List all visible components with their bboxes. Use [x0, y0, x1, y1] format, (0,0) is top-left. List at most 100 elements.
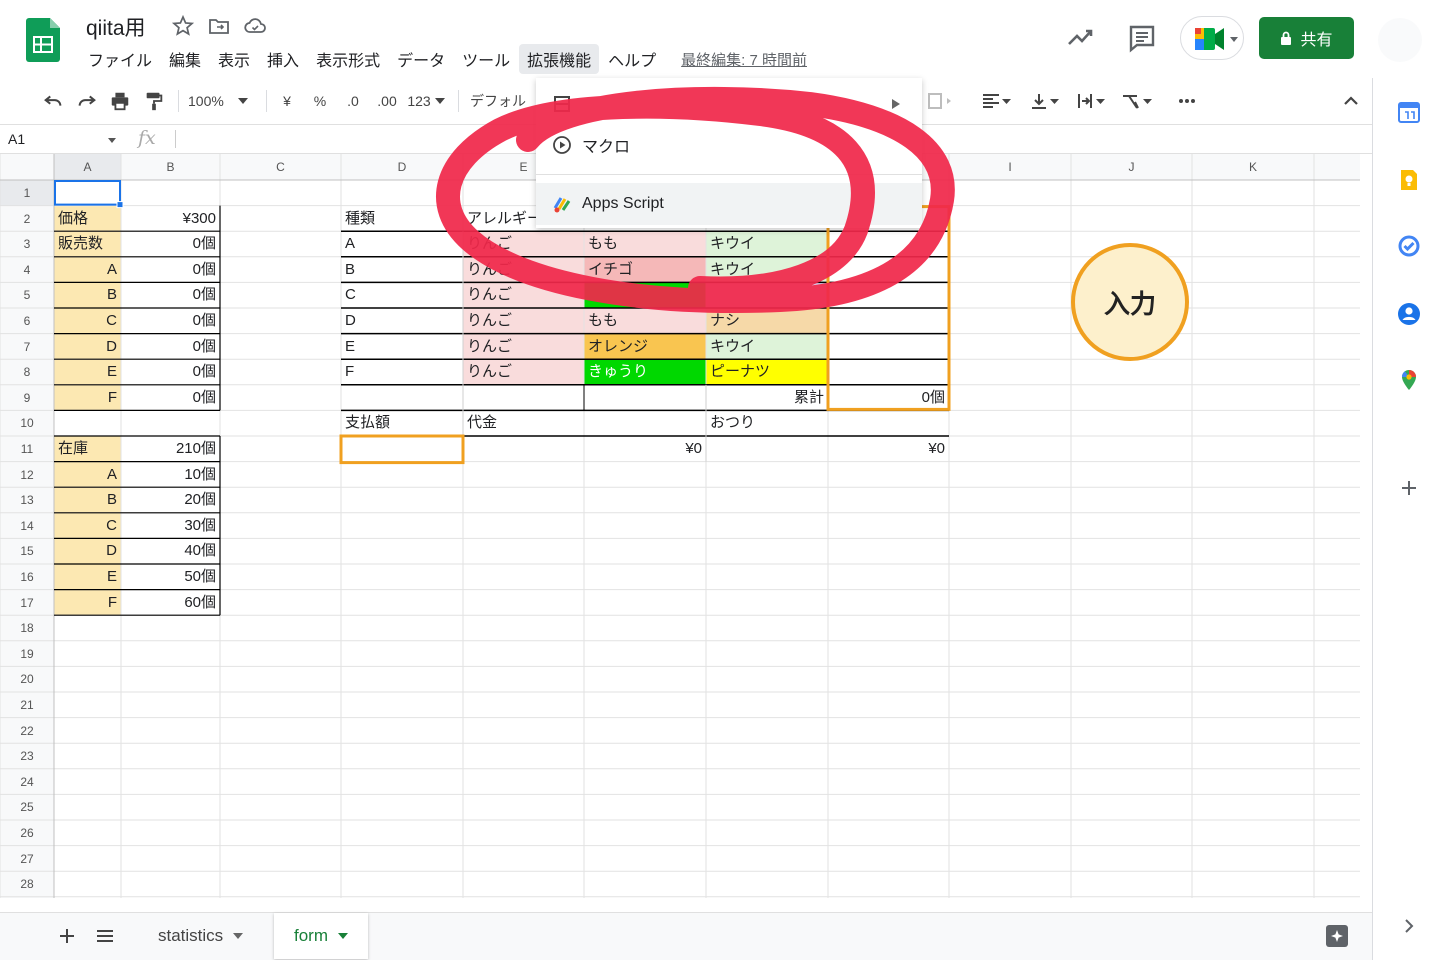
row-header-16[interactable]: 16: [0, 570, 54, 584]
cell-b6[interactable]: 0個: [121, 308, 220, 333]
row-header-19[interactable]: 19: [0, 647, 54, 661]
cell-b16[interactable]: 50個: [121, 564, 220, 589]
cell-d3[interactable]: A: [341, 231, 463, 256]
row-header-12[interactable]: 12: [0, 468, 54, 482]
menu-item[interactable]: 表示: [210, 44, 258, 74]
text-wrap-button[interactable]: [1070, 88, 1110, 114]
column-header-a[interactable]: A: [54, 160, 121, 174]
row-header-2[interactable]: 2: [0, 212, 54, 226]
cloud-saved-icon[interactable]: [242, 14, 268, 38]
row-header-28[interactable]: 28: [0, 877, 54, 891]
column-header-c[interactable]: C: [220, 160, 341, 174]
column-header-b[interactable]: B: [121, 160, 220, 174]
cell-f8[interactable]: きゅうり: [584, 359, 706, 384]
cell-f11[interactable]: ¥0: [584, 436, 706, 461]
account-avatar[interactable]: [1378, 18, 1422, 62]
merge-cells-button[interactable]: [920, 88, 960, 114]
font-family-select[interactable]: デフォル: [470, 88, 536, 114]
column-header-k[interactable]: K: [1192, 160, 1314, 174]
cell-b15[interactable]: 40個: [121, 538, 220, 563]
menu-item[interactable]: 挿入: [259, 44, 307, 74]
cell-a3[interactable]: 販売数: [54, 231, 121, 256]
cell-a6[interactable]: C: [54, 308, 121, 333]
cell-f7[interactable]: オレンジ: [584, 334, 706, 359]
row-header-4[interactable]: 4: [0, 263, 54, 277]
add-sheet-icon[interactable]: [58, 927, 76, 945]
move-folder-icon[interactable]: [206, 14, 232, 38]
row-header-3[interactable]: 3: [0, 237, 54, 251]
row-header-5[interactable]: 5: [0, 288, 54, 302]
undo-button[interactable]: [40, 88, 66, 114]
cell-b11[interactable]: 210個: [121, 436, 220, 461]
cell-d6[interactable]: D: [341, 308, 463, 333]
column-header-j[interactable]: J: [1071, 160, 1192, 174]
keep-icon[interactable]: [1397, 168, 1421, 192]
cell-e10[interactable]: 代金: [463, 410, 584, 435]
add-icon[interactable]: [1397, 476, 1421, 500]
cell-b2[interactable]: ¥300: [121, 206, 220, 231]
cell-a15[interactable]: D: [54, 538, 121, 563]
cell-b12[interactable]: 10個: [121, 462, 220, 487]
horizontal-align-button[interactable]: [976, 88, 1016, 114]
cell-e8[interactable]: りんご: [463, 359, 584, 384]
percent-format-button[interactable]: %: [308, 88, 332, 114]
menu-item-add-ons[interactable]: [536, 82, 922, 124]
activity-trend-icon[interactable]: [1064, 22, 1096, 54]
cell-a4[interactable]: A: [54, 257, 121, 282]
menu-item[interactable]: 表示形式: [308, 44, 388, 74]
row-header-27[interactable]: 27: [0, 852, 54, 866]
row-header-15[interactable]: 15: [0, 544, 54, 558]
sheets-logo-icon[interactable]: [26, 18, 60, 62]
row-header-9[interactable]: 9: [0, 391, 54, 405]
formula-input[interactable]: [175, 130, 176, 148]
cell-b14[interactable]: 30個: [121, 513, 220, 538]
calendar-icon[interactable]: [1397, 100, 1421, 124]
menu-item-apps-script[interactable]: Apps Script: [536, 183, 922, 225]
document-title[interactable]: qiita用: [86, 12, 146, 42]
increase-decimal-button[interactable]: .00: [372, 88, 402, 114]
cell-e5[interactable]: りんご: [463, 282, 584, 307]
column-header-d[interactable]: D: [341, 160, 463, 174]
row-header-18[interactable]: 18: [0, 621, 54, 635]
cell-g5[interactable]: [706, 282, 828, 307]
cell-a12[interactable]: A: [54, 462, 121, 487]
all-sheets-icon[interactable]: [96, 929, 114, 943]
sheet-tab-form[interactable]: form: [274, 913, 368, 959]
cell-a5[interactable]: B: [54, 282, 121, 307]
cell-e7[interactable]: りんご: [463, 334, 584, 359]
menu-item[interactable]: ファイル: [80, 44, 160, 74]
row-header-13[interactable]: 13: [0, 493, 54, 507]
row-header-26[interactable]: 26: [0, 826, 54, 840]
cell-b17[interactable]: 60個: [121, 590, 220, 615]
cell-d7[interactable]: E: [341, 334, 463, 359]
cell-b13[interactable]: 20個: [121, 487, 220, 512]
row-header-7[interactable]: 7: [0, 340, 54, 354]
cell-a8[interactable]: E: [54, 359, 121, 384]
star-icon[interactable]: [170, 14, 196, 38]
cell-d4[interactable]: B: [341, 257, 463, 282]
row-header-23[interactable]: 23: [0, 749, 54, 763]
cell-d2[interactable]: 種類: [341, 206, 463, 231]
cell-b9[interactable]: 0個: [121, 385, 220, 410]
cell-a17[interactable]: F: [54, 590, 121, 615]
cell-b3[interactable]: 0個: [121, 231, 220, 256]
menu-item[interactable]: データ: [389, 44, 453, 74]
cell-g3[interactable]: キウイ: [706, 231, 828, 256]
row-header-25[interactable]: 25: [0, 800, 54, 814]
contacts-icon[interactable]: [1397, 302, 1421, 326]
row-header-1[interactable]: 1: [0, 186, 54, 200]
cell-e6[interactable]: りんご: [463, 308, 584, 333]
row-header-11[interactable]: 11: [0, 442, 54, 456]
maps-icon[interactable]: [1397, 368, 1421, 392]
cell-f5[interactable]: [584, 282, 706, 307]
cell-f4[interactable]: イチゴ: [584, 257, 706, 282]
text-rotation-button[interactable]: [1116, 88, 1156, 114]
cell-a9[interactable]: F: [54, 385, 121, 410]
row-header-24[interactable]: 24: [0, 775, 54, 789]
cell-a11[interactable]: 在庫: [54, 436, 121, 461]
row-header-8[interactable]: 8: [0, 365, 54, 379]
cell-g7[interactable]: キウイ: [706, 334, 828, 359]
name-box-dropdown-icon[interactable]: [108, 138, 116, 143]
cell-f6[interactable]: もも: [584, 308, 706, 333]
row-header-14[interactable]: 14: [0, 519, 54, 533]
